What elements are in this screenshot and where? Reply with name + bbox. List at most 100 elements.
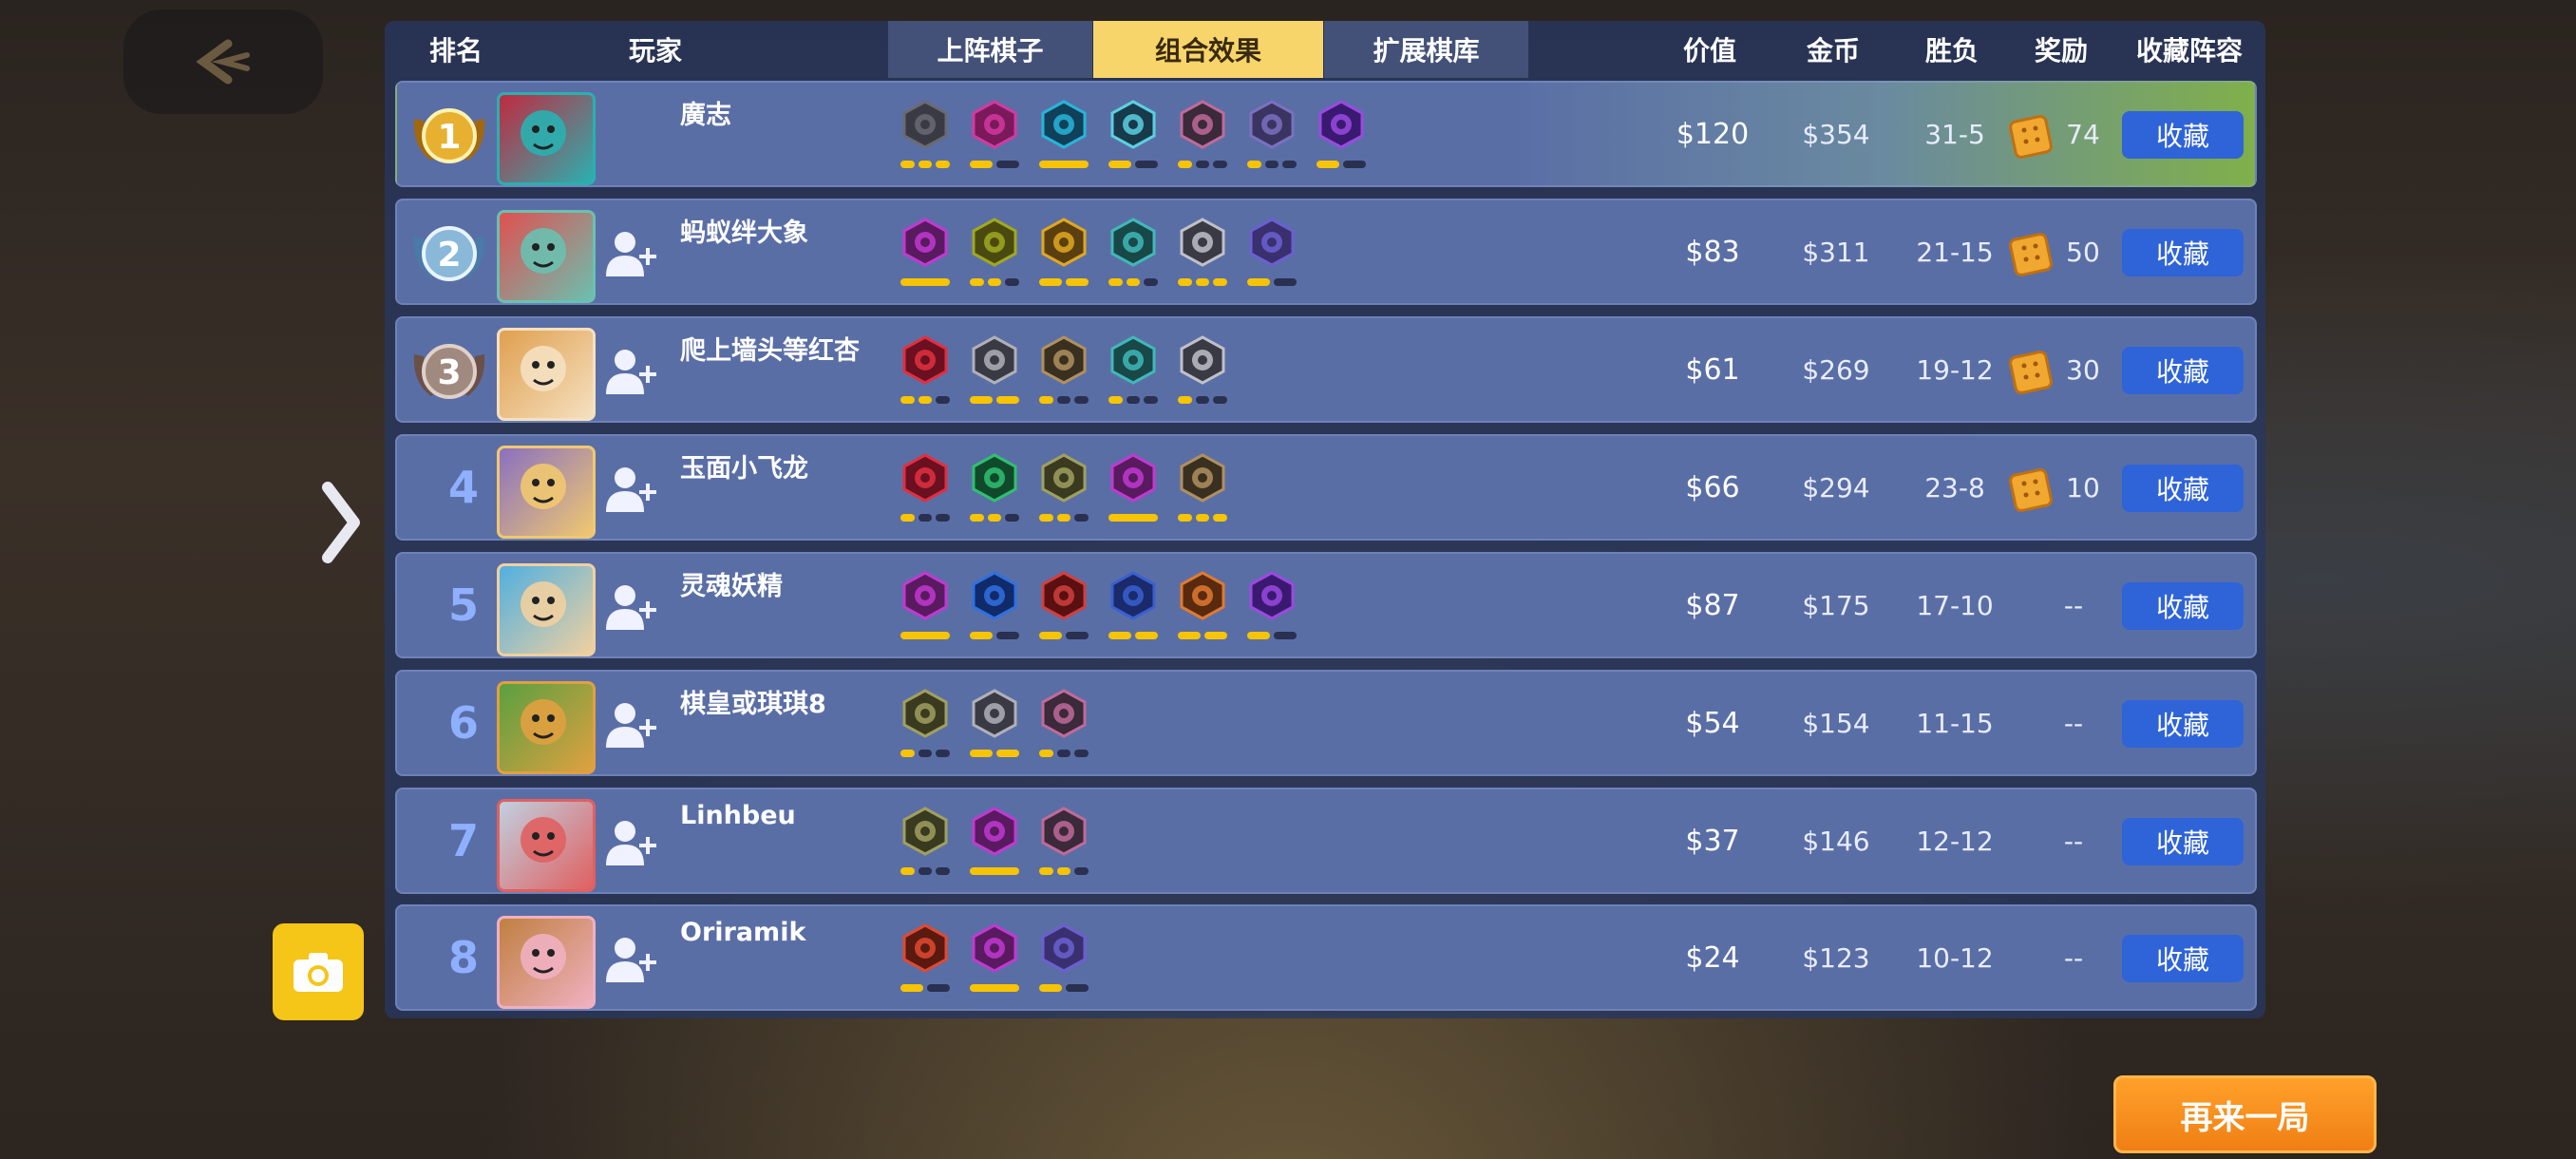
screenshot-button[interactable] (273, 923, 364, 1020)
cracker-reward-icon (2007, 113, 2055, 161)
gold-amount: $354 (1802, 118, 1870, 150)
svg-text:3: 3 (437, 353, 461, 392)
synergy-trait-icon[interactable] (1108, 571, 1158, 639)
synergy-trait-icon[interactable] (970, 335, 1019, 404)
add-friend-icon[interactable] (606, 347, 661, 396)
synergy-trait-icon[interactable] (900, 218, 950, 286)
collect-button[interactable]: 收藏 (2122, 111, 2244, 159)
cracker-reward-icon (2007, 466, 2055, 514)
player-avatar[interactable] (497, 916, 596, 1009)
player-name: 蚂蚁绊大象 (680, 218, 808, 248)
tab-lineup[interactable]: 上阵棋子 (888, 21, 1092, 78)
synergy-trait-icon[interactable] (1178, 335, 1228, 404)
reward-amount: -- (2063, 589, 2084, 621)
add-friend-icon[interactable] (606, 229, 661, 278)
gold-amount: $154 (1802, 707, 1870, 739)
player-avatar[interactable] (497, 92, 596, 185)
synergy-trait-icon[interactable] (1108, 100, 1158, 168)
synergy-trait-icon[interactable] (1039, 571, 1089, 639)
synergy-trait-icon[interactable] (1247, 571, 1297, 639)
synergy-trait-icon[interactable] (900, 571, 950, 639)
header-win-loss: 胜负 (1924, 35, 1979, 66)
synergy-trait-icon[interactable] (900, 689, 951, 757)
lineup-value: $83 (1685, 235, 1740, 269)
collect-button[interactable]: 收藏 (2122, 818, 2244, 865)
collect-button[interactable]: 收藏 (2122, 229, 2244, 276)
synergy-trait-icon[interactable] (1178, 218, 1228, 286)
synergy-trait-icon[interactable] (1108, 453, 1158, 522)
collect-button[interactable]: 收藏 (2122, 347, 2244, 394)
collect-button[interactable]: 收藏 (2122, 582, 2244, 630)
add-friend-icon[interactable] (606, 818, 661, 867)
player-avatar[interactable] (497, 681, 596, 774)
synergy-trait-icon[interactable] (970, 689, 1019, 757)
synergy-trait-icon[interactable] (900, 453, 951, 522)
synergy-trait-icon[interactable] (970, 453, 1020, 522)
add-friend-icon[interactable] (606, 582, 661, 632)
add-friend-icon[interactable] (606, 700, 661, 750)
header-reward: 奖励 (2034, 35, 2088, 66)
collect-button[interactable]: 收藏 (2122, 935, 2244, 982)
tab-synergy[interactable]: 组合效果 (1093, 21, 1323, 78)
synergy-trait-icon[interactable] (1316, 100, 1366, 168)
lineup-value: $120 (1676, 117, 1750, 151)
lineup-value: $87 (1685, 588, 1740, 622)
add-friend-icon[interactable] (606, 465, 661, 514)
synergy-trait-icon[interactable] (1039, 807, 1089, 875)
synergy-trait-icon[interactable] (970, 923, 1019, 992)
player-name: 爬上墙头等红杏 (680, 336, 860, 366)
synergy-trait-icon[interactable] (1039, 218, 1089, 286)
synergy-trait-icon[interactable] (970, 807, 1019, 875)
expand-arrow-icon[interactable] (318, 480, 366, 565)
synergy-trait-icon[interactable] (900, 923, 950, 992)
synergy-trait-icon[interactable] (970, 571, 1019, 639)
collect-button[interactable]: 收藏 (2122, 700, 2244, 748)
synergy-trait-icon[interactable] (1178, 453, 1228, 522)
player-name: Oriramik (680, 918, 806, 947)
back-button[interactable] (123, 10, 323, 114)
synergy-trait-icon[interactable] (900, 100, 951, 168)
synergy-trait-icon[interactable] (900, 335, 951, 404)
add-friend-icon[interactable] (606, 935, 661, 984)
cracker-reward-icon (2007, 349, 2055, 396)
lineup-value: $54 (1685, 706, 1740, 740)
svg-text:2: 2 (437, 236, 461, 275)
collect-button[interactable]: 收藏 (2122, 465, 2244, 512)
synergy-trait-icon[interactable] (1039, 100, 1089, 168)
synergy-trait-icon[interactable] (1039, 453, 1089, 522)
synergy-trait-icon[interactable] (1108, 335, 1159, 404)
rank-medal-icon: 1 (410, 100, 488, 168)
table-row: 7 Linhbeu $37 $146 12-12 -- 收藏 (395, 788, 2257, 894)
synergy-trait-icon[interactable] (1039, 689, 1089, 757)
synergy-trait-icon[interactable] (1247, 100, 1297, 168)
synergy-trait-icon[interactable] (1039, 923, 1089, 992)
synergy-trait-icon[interactable] (970, 100, 1019, 168)
synergy-trait-icon[interactable] (1178, 100, 1228, 168)
player-avatar[interactable] (497, 328, 596, 421)
synergy-trait-icon[interactable] (1178, 571, 1227, 639)
play-again-button[interactable]: 再来一局 (2113, 1075, 2377, 1153)
player-avatar[interactable] (497, 799, 596, 892)
win-loss: 11-15 (1916, 707, 1994, 739)
rank-number: 5 (447, 580, 479, 631)
gold-amount: $269 (1802, 353, 1870, 386)
player-name: Linhbeu (680, 801, 796, 830)
header-collect-lineup: 收藏阵容 (2135, 35, 2243, 66)
reward-amount: -- (2063, 707, 2084, 739)
player-avatar[interactable] (497, 563, 596, 656)
player-avatar[interactable] (497, 210, 596, 303)
synergy-trait-icon[interactable] (1039, 335, 1089, 404)
win-loss: 12-12 (1916, 825, 1994, 857)
win-loss: 17-10 (1916, 589, 1994, 621)
gold-amount: $175 (1802, 589, 1870, 621)
tab-bench[interactable]: 扩展棋库 (1324, 21, 1528, 78)
header-value: 价值 (1682, 35, 1736, 66)
table-row: 6 棋皇或琪琪8 $54 $154 11-15 -- 收藏 (395, 670, 2257, 776)
player-avatar[interactable] (497, 446, 596, 539)
synergy-trait-icon[interactable] (970, 218, 1020, 286)
reward-amount: 50 (2066, 236, 2100, 268)
synergy-trait-icon[interactable] (1247, 218, 1297, 286)
synergy-trait-icon[interactable] (1108, 218, 1159, 286)
synergy-trait-icon[interactable] (900, 807, 951, 875)
player-name: 廣志 (680, 101, 731, 130)
